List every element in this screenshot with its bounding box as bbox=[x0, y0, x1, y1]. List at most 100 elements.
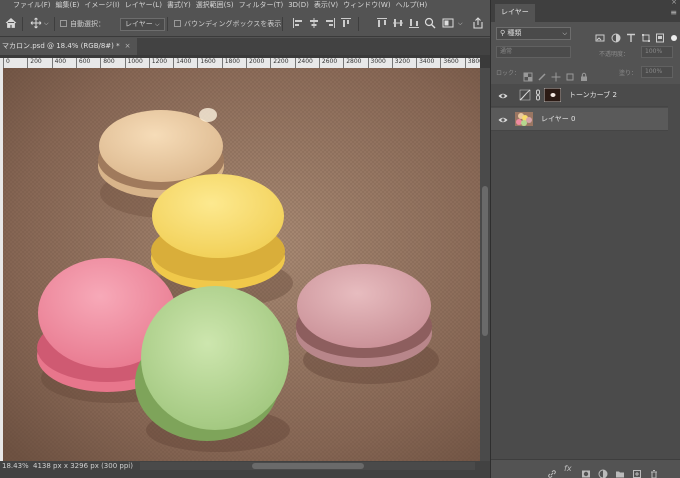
options-bar: ⌵ 自動選択： レイヤー ⌵ バウンディングボックスを表示 ⌵ bbox=[0, 11, 490, 37]
menu-help[interactable]: ヘルプ(H) bbox=[396, 0, 428, 11]
ruler-tick-label: 2600 bbox=[318, 58, 337, 68]
chain-link-icon[interactable] bbox=[535, 88, 541, 102]
menu-edit[interactable]: 編集(E) bbox=[56, 0, 80, 11]
move-tool-icon[interactable] bbox=[30, 17, 42, 29]
shape-filter-icon[interactable] bbox=[641, 28, 651, 42]
add-mask-icon[interactable] bbox=[581, 464, 591, 478]
close-tab-icon[interactable]: × bbox=[125, 42, 131, 50]
kind-filter-label: 種類 bbox=[507, 29, 522, 37]
vertical-scrollbar[interactable] bbox=[480, 68, 490, 461]
bounding-box-checkbox[interactable]: バウンディングボックスを表示 bbox=[174, 11, 281, 37]
ruler-tick-label: 3400 bbox=[416, 58, 434, 68]
document-dimensions: 4138 px x 3296 px (300 ppi) bbox=[33, 462, 133, 470]
menu-view[interactable]: 表示(V) bbox=[314, 0, 338, 11]
delete-layer-icon[interactable] bbox=[649, 464, 659, 478]
ruler-tick-label: 1800 bbox=[221, 58, 240, 68]
lock-position-icon[interactable] bbox=[551, 67, 561, 82]
align-middle-icon[interactable] bbox=[392, 17, 404, 29]
layer-row[interactable]: トーンカーブ 2 bbox=[491, 84, 668, 107]
blend-mode-dropdown[interactable]: 通常 bbox=[496, 46, 571, 58]
document-tab[interactable]: マカロン.psd @ 18.4% (RGB/8#) * × bbox=[0, 38, 137, 55]
fill-label: 塗り： bbox=[619, 70, 638, 77]
ruler-tick-label: 3800 bbox=[464, 58, 480, 68]
layer-mask-thumbnail[interactable] bbox=[544, 88, 561, 102]
visibility-eye-icon[interactable] bbox=[498, 91, 508, 101]
smart-object-filter-icon[interactable] bbox=[655, 28, 665, 43]
status-bar: 18.43% 4138 px x 3296 px (300 ppi) bbox=[0, 461, 490, 478]
ruler-tick-label: 2800 bbox=[343, 58, 361, 68]
fill-input[interactable]: 100% bbox=[641, 66, 673, 78]
ruler-tick-label: 800 bbox=[100, 58, 115, 68]
panel-menu-icon[interactable]: ≡ bbox=[670, 8, 677, 17]
opacity-value: 100% bbox=[645, 48, 663, 55]
filter-row: ⚲ 種類 ⌵ bbox=[491, 22, 680, 44]
menu-type[interactable]: 書式(Y) bbox=[167, 0, 191, 11]
align-bottom-icon[interactable] bbox=[408, 17, 420, 29]
layer-row[interactable]: レイヤー 0 bbox=[491, 108, 668, 131]
document-title: マカロン.psd @ 18.4% (RGB/8#) * bbox=[2, 42, 120, 50]
auto-select-checkbox[interactable]: 自動選択： bbox=[60, 11, 105, 37]
horizontal-ruler[interactable]: 0 200 400 600 800 1000 1200 1400 1600 1800 2000 220… bbox=[0, 58, 480, 68]
workspace-icon[interactable] bbox=[442, 17, 454, 29]
menu-image[interactable]: イメージ(I) bbox=[84, 0, 119, 11]
macaron-photo bbox=[3, 68, 480, 461]
separator bbox=[167, 17, 168, 31]
checkbox-box bbox=[174, 20, 181, 27]
curves-adjustment-icon bbox=[519, 89, 531, 101]
lock-image-icon[interactable] bbox=[537, 67, 547, 81]
lock-row: ロック： 塗り： 100% bbox=[491, 62, 680, 82]
lock-transparent-icon[interactable] bbox=[523, 67, 533, 82]
separator bbox=[54, 17, 55, 31]
lock-artboard-icon[interactable] bbox=[565, 67, 575, 81]
layer-thumbnail[interactable] bbox=[515, 112, 533, 126]
visibility-eye-icon[interactable] bbox=[498, 115, 508, 125]
workspace-chevron-icon[interactable]: ⌵ bbox=[458, 11, 463, 37]
ruler-tick-label: 400 bbox=[51, 58, 66, 68]
blend-row: 通常 不透明度： 100% bbox=[491, 44, 680, 62]
document-tab-bar: マカロン.psd @ 18.4% (RGB/8#) * × bbox=[0, 38, 490, 55]
menu-layer[interactable]: レイヤー(L) bbox=[125, 0, 162, 11]
layer-kind-filter[interactable]: ⚲ 種類 ⌵ bbox=[496, 27, 571, 40]
panel-close-icon[interactable]: × bbox=[671, 0, 677, 6]
align-left-icon[interactable] bbox=[292, 17, 304, 29]
new-group-icon[interactable] bbox=[615, 464, 625, 478]
menu-filter[interactable]: フィルター(T) bbox=[239, 0, 284, 11]
macaron-mauve bbox=[296, 264, 439, 384]
scroll-thumb[interactable] bbox=[252, 463, 364, 469]
new-adjustment-icon[interactable] bbox=[598, 464, 608, 478]
filter-toggle-icon[interactable] bbox=[669, 28, 679, 41]
panel-tab-bar: レイヤー × ≡ bbox=[491, 0, 680, 22]
align-center-icon[interactable] bbox=[308, 17, 320, 29]
home-icon[interactable] bbox=[5, 17, 17, 29]
tab-layers[interactable]: レイヤー bbox=[495, 4, 535, 22]
new-layer-icon[interactable] bbox=[632, 464, 642, 478]
lock-all-icon[interactable] bbox=[579, 67, 589, 81]
type-filter-icon[interactable] bbox=[626, 28, 636, 42]
scroll-thumb[interactable] bbox=[482, 186, 488, 336]
link-layers-icon[interactable] bbox=[547, 464, 557, 478]
menu-file[interactable]: ファイル(F) bbox=[13, 0, 51, 11]
align-top-icon[interactable] bbox=[340, 17, 352, 29]
align-top-edges-icon[interactable] bbox=[376, 17, 388, 29]
ruler-tick-label: 1000 bbox=[124, 58, 143, 68]
opacity-input[interactable]: 100% bbox=[641, 46, 673, 58]
pixel-filter-icon[interactable] bbox=[595, 28, 605, 42]
layer-list-scrollbar[interactable] bbox=[671, 84, 680, 459]
opacity-label: 不透明度： bbox=[599, 51, 630, 58]
blend-mode-value: 通常 bbox=[500, 48, 513, 55]
tool-preset-chevron-icon[interactable]: ⌵ bbox=[44, 11, 49, 37]
layer-style-icon[interactable]: fx bbox=[564, 464, 574, 474]
auto-select-dropdown[interactable]: レイヤー ⌵ bbox=[120, 11, 165, 37]
document-canvas[interactable] bbox=[3, 68, 480, 461]
horizontal-scrollbar[interactable] bbox=[140, 462, 475, 470]
share-icon[interactable] bbox=[472, 17, 484, 29]
menu-window[interactable]: ウィンドウ(W) bbox=[343, 0, 390, 11]
adjustment-filter-icon[interactable] bbox=[611, 28, 621, 43]
menu-select[interactable]: 選択範囲(S) bbox=[196, 0, 234, 11]
zoom-level[interactable]: 18.43% bbox=[2, 461, 29, 471]
separator bbox=[358, 17, 359, 31]
menu-3d[interactable]: 3D(D) bbox=[288, 0, 309, 11]
checkbox-box bbox=[60, 20, 67, 27]
search-icon[interactable] bbox=[424, 17, 436, 29]
align-right-icon[interactable] bbox=[324, 17, 336, 29]
